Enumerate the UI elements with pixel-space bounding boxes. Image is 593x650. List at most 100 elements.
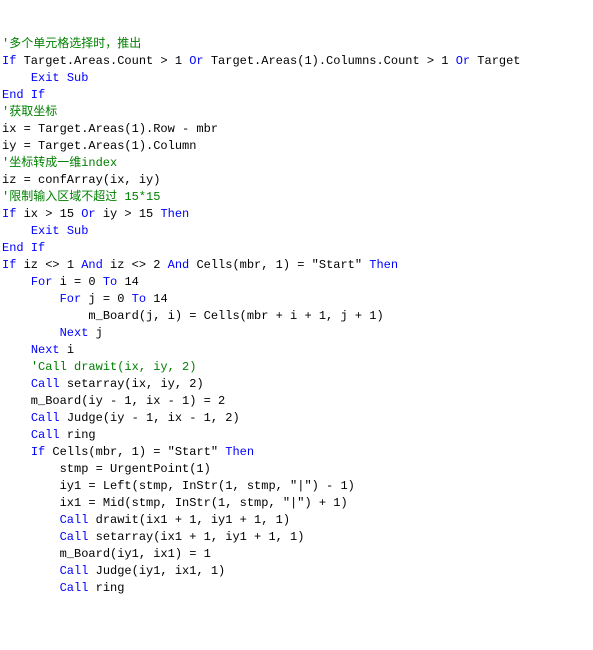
code-token bbox=[2, 564, 60, 578]
code-token: If bbox=[2, 54, 16, 68]
code-token: m_Board(iy1, ix1) = 1 bbox=[2, 547, 211, 561]
code-line: '获取坐标 bbox=[2, 104, 593, 121]
code-line: If Target.Areas.Count > 1 Or Target.Area… bbox=[2, 53, 593, 70]
code-line: Call Judge(iy - 1, ix - 1, 2) bbox=[2, 410, 593, 427]
code-token: iz = confArray(ix, iy) bbox=[2, 173, 160, 187]
code-token: Or bbox=[456, 54, 470, 68]
code-line: Call setarray(ix, iy, 2) bbox=[2, 376, 593, 393]
code-line: Next i bbox=[2, 342, 593, 359]
code-token: Then bbox=[225, 445, 254, 459]
code-token: ix1 = Mid(stmp, InStr(1, stmp, "|") + 1) bbox=[2, 496, 348, 510]
code-line: Exit Sub bbox=[2, 223, 593, 240]
code-token: j = 0 bbox=[81, 292, 131, 306]
code-line: Call setarray(ix1 + 1, iy1 + 1, 1) bbox=[2, 529, 593, 546]
code-token: i = 0 bbox=[52, 275, 102, 289]
code-line: iz = confArray(ix, iy) bbox=[2, 172, 593, 189]
code-line: Next j bbox=[2, 325, 593, 342]
code-token: m_Board(iy - 1, ix - 1) = 2 bbox=[2, 394, 225, 408]
code-token bbox=[2, 445, 31, 459]
code-line: stmp = UrgentPoint(1) bbox=[2, 461, 593, 478]
code-token: For bbox=[31, 275, 53, 289]
code-line: End If bbox=[2, 240, 593, 257]
code-line: Exit Sub bbox=[2, 70, 593, 87]
code-token: Target bbox=[470, 54, 520, 68]
code-line: For i = 0 To 14 bbox=[2, 274, 593, 291]
code-token: Exit Sub bbox=[31, 71, 89, 85]
code-token: iy1 = Left(stmp, InStr(1, stmp, "|") - 1… bbox=[2, 479, 355, 493]
code-token: If bbox=[2, 207, 16, 221]
code-token: ix > 15 bbox=[16, 207, 81, 221]
code-token: Call bbox=[60, 564, 89, 578]
code-token: End If bbox=[2, 241, 45, 255]
code-token: To bbox=[132, 292, 146, 306]
code-token: Or bbox=[81, 207, 95, 221]
code-token: For bbox=[60, 292, 82, 306]
code-token: And bbox=[168, 258, 190, 272]
code-token: Call bbox=[31, 428, 60, 442]
code-token: '获取坐标 bbox=[2, 105, 57, 119]
code-token: Next bbox=[60, 326, 89, 340]
code-token: ring bbox=[60, 428, 96, 442]
code-line: 'Call drawit(ix, iy, 2) bbox=[2, 359, 593, 376]
code-token bbox=[2, 275, 31, 289]
code-line: End If bbox=[2, 87, 593, 104]
code-token: Judge(iy1, ix1, 1) bbox=[88, 564, 225, 578]
code-token: '多个单元格选择时，推出 bbox=[2, 37, 141, 51]
code-line: iy = Target.Areas(1).Column bbox=[2, 138, 593, 155]
code-token: Call bbox=[60, 513, 89, 527]
code-token: To bbox=[103, 275, 117, 289]
code-token: Call bbox=[31, 411, 60, 425]
code-line: Call ring bbox=[2, 427, 593, 444]
code-block: '多个单元格选择时，推出 If Target.Areas.Count > 1 Or… bbox=[2, 36, 593, 597]
code-token: setarray(ix1 + 1, iy1 + 1, 1) bbox=[88, 530, 304, 544]
code-token: Cells(mbr, 1) = "Start" bbox=[189, 258, 369, 272]
code-token: Call bbox=[60, 530, 89, 544]
code-token: End If bbox=[2, 88, 45, 102]
code-token: drawit(ix1 + 1, iy1 + 1, 1) bbox=[88, 513, 290, 527]
code-token: 'Call drawit(ix, iy, 2) bbox=[31, 360, 197, 374]
code-token: Next bbox=[31, 343, 60, 357]
code-line: Call ring bbox=[2, 580, 593, 597]
code-line: m_Board(j, i) = Cells(mbr + i + 1, j + 1… bbox=[2, 308, 593, 325]
code-token: Then bbox=[160, 207, 189, 221]
code-token bbox=[2, 360, 31, 374]
code-line: If iz <> 1 And iz <> 2 And Cells(mbr, 1)… bbox=[2, 257, 593, 274]
code-token: If bbox=[31, 445, 45, 459]
code-line: '限制输入区域不超过 15*15 bbox=[2, 189, 593, 206]
code-token: Then bbox=[369, 258, 398, 272]
code-token: i bbox=[60, 343, 74, 357]
code-line: Call Judge(iy1, ix1, 1) bbox=[2, 563, 593, 580]
code-token bbox=[2, 224, 31, 238]
code-token bbox=[2, 428, 31, 442]
code-line: If Cells(mbr, 1) = "Start" Then bbox=[2, 444, 593, 461]
code-token: iz <> 1 bbox=[16, 258, 81, 272]
code-token: j bbox=[88, 326, 102, 340]
code-token: m_Board(j, i) = Cells(mbr + i + 1, j + 1… bbox=[2, 309, 384, 323]
code-line: m_Board(iy1, ix1) = 1 bbox=[2, 546, 593, 563]
code-line: If ix > 15 Or iy > 15 Then bbox=[2, 206, 593, 223]
code-token bbox=[2, 292, 60, 306]
code-token: '坐标转成一维index bbox=[2, 156, 117, 170]
code-token: Call bbox=[60, 581, 89, 595]
code-token bbox=[2, 411, 31, 425]
code-token: Judge(iy - 1, ix - 1, 2) bbox=[60, 411, 240, 425]
code-token: Target.Areas.Count > 1 bbox=[16, 54, 189, 68]
code-token: iz <> 2 bbox=[103, 258, 168, 272]
code-line: m_Board(iy - 1, ix - 1) = 2 bbox=[2, 393, 593, 410]
code-token: setarray(ix, iy, 2) bbox=[60, 377, 204, 391]
code-line: ix = Target.Areas(1).Row - mbr bbox=[2, 121, 593, 138]
code-token: iy > 15 bbox=[96, 207, 161, 221]
code-line: Call drawit(ix1 + 1, iy1 + 1, 1) bbox=[2, 512, 593, 529]
code-token: '限制输入区域不超过 15*15 bbox=[2, 190, 160, 204]
code-token: 14 bbox=[146, 292, 168, 306]
code-token: If bbox=[2, 258, 16, 272]
code-token: stmp = UrgentPoint(1) bbox=[2, 462, 211, 476]
code-token: Cells(mbr, 1) = "Start" bbox=[45, 445, 225, 459]
code-token bbox=[2, 326, 60, 340]
code-token bbox=[2, 513, 60, 527]
code-line: '多个单元格选择时，推出 bbox=[2, 36, 593, 53]
code-line: iy1 = Left(stmp, InStr(1, stmp, "|") - 1… bbox=[2, 478, 593, 495]
code-token: Exit Sub bbox=[31, 224, 89, 238]
code-token: ix = Target.Areas(1).Row - mbr bbox=[2, 122, 218, 136]
code-token: And bbox=[81, 258, 103, 272]
